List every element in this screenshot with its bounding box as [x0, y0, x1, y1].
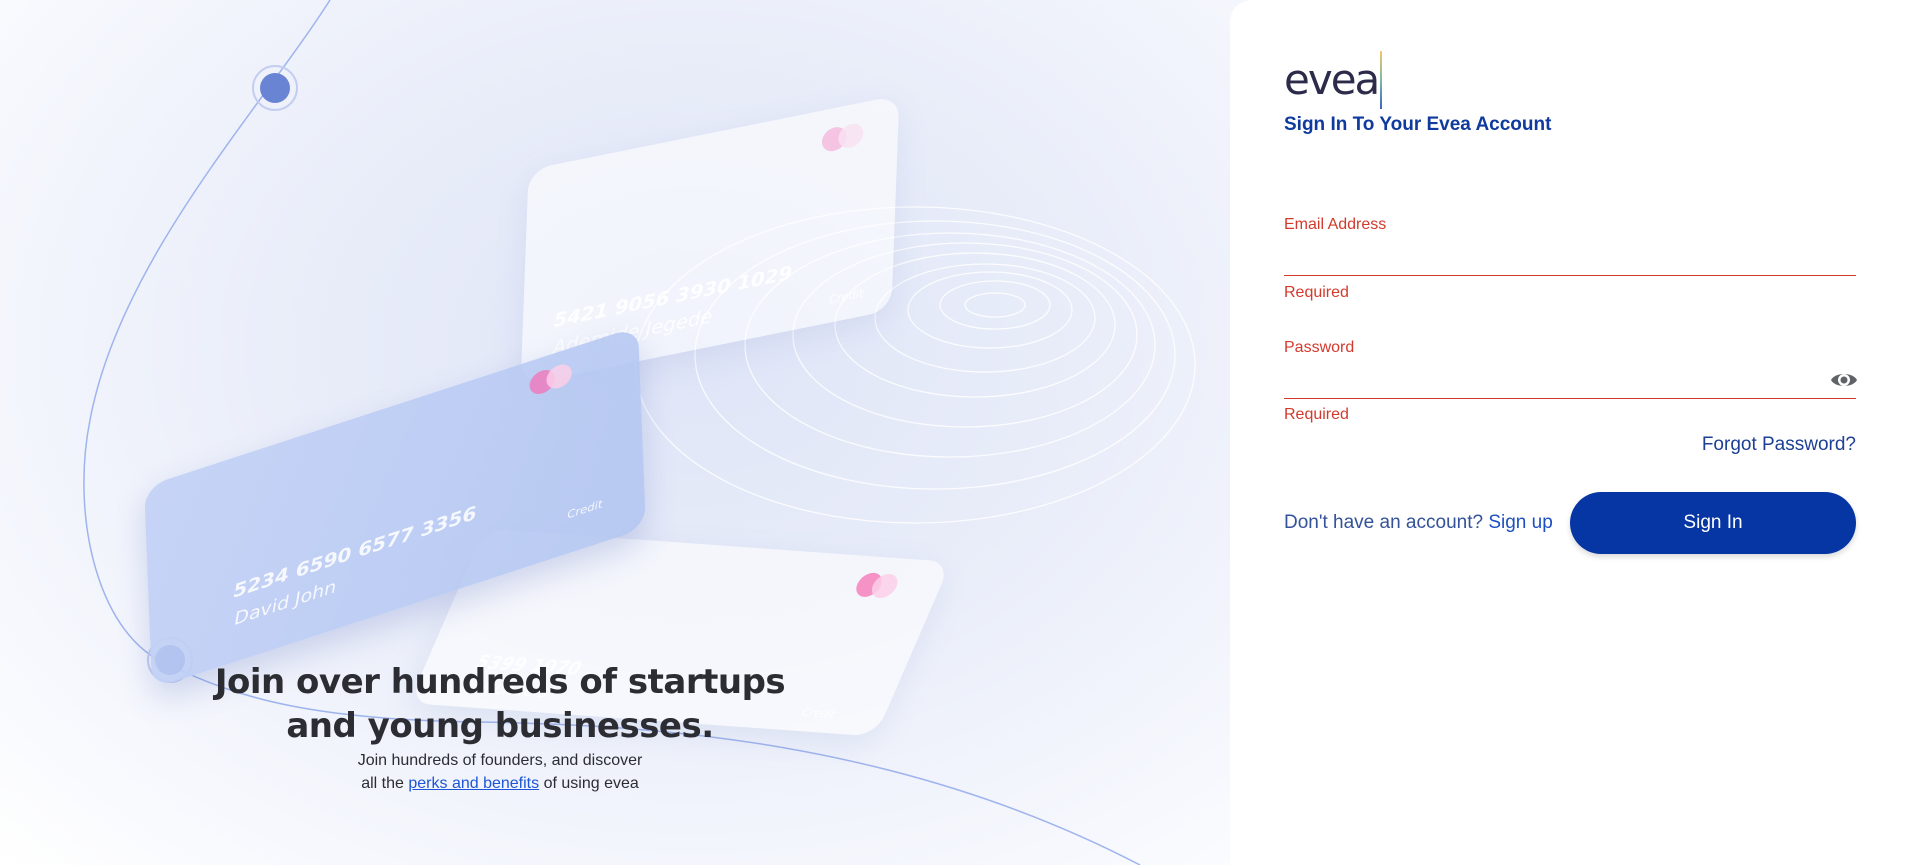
hero-headline: Join over hundreds of startups and young…: [200, 660, 800, 748]
hero-headline-line2: and young businesses.: [286, 706, 714, 746]
card-number: 5234 6590 6577 3356: [232, 502, 477, 603]
card-type: Credit: [799, 705, 838, 722]
signin-button[interactable]: Sign In: [1570, 492, 1856, 554]
no-account-text: Don't have an account?: [1284, 512, 1484, 533]
hero-subtext-suffix: of using evea: [543, 775, 639, 792]
card-brand-icon: [529, 360, 576, 398]
no-account-row: Don't have an account? Sign up: [1284, 512, 1553, 534]
form-title: Sign In To Your Evea Account: [1284, 114, 1552, 135]
logo-accent-bar: [1380, 51, 1383, 109]
email-label: Email Address: [1284, 216, 1387, 233]
evea-logo: evea: [1284, 51, 1383, 109]
hero-subtext-line2: all the perks and benefits of using evea: [200, 772, 800, 795]
hero-subtext-prefix: all the: [361, 775, 404, 792]
perks-link[interactable]: perks and benefits: [408, 775, 539, 792]
email-field[interactable]: [1284, 245, 1818, 277]
password-error: Required: [1284, 406, 1349, 423]
forgot-password-link[interactable]: Forgot Password?: [1702, 434, 1856, 456]
signup-link[interactable]: Sign up: [1488, 512, 1552, 533]
card-type: Credit: [567, 497, 603, 522]
hero-subtext: Join hundreds of founders, and discover …: [200, 749, 800, 795]
hero-headline-line1: Join over hundreds of startups: [214, 662, 786, 702]
hero-subtext-line1: Join hundreds of founders, and discover: [357, 752, 643, 769]
password-underline: [1284, 398, 1856, 399]
email-error: Required: [1284, 284, 1349, 301]
card-brand-icon: [852, 572, 905, 599]
card-brand-icon: [821, 121, 868, 154]
signin-panel: evea Sign In To Your Evea Account Email …: [1230, 0, 1908, 865]
password-field[interactable]: [1284, 367, 1818, 399]
hero-section: 5421 9056 3930 1029 Ademide Jegede Credi…: [0, 0, 1260, 865]
password-label: Password: [1284, 339, 1355, 356]
email-underline: [1284, 275, 1856, 276]
logo-text: evea: [1284, 55, 1380, 104]
card-type: Credit: [828, 286, 864, 307]
eye-icon[interactable]: [1830, 368, 1858, 392]
